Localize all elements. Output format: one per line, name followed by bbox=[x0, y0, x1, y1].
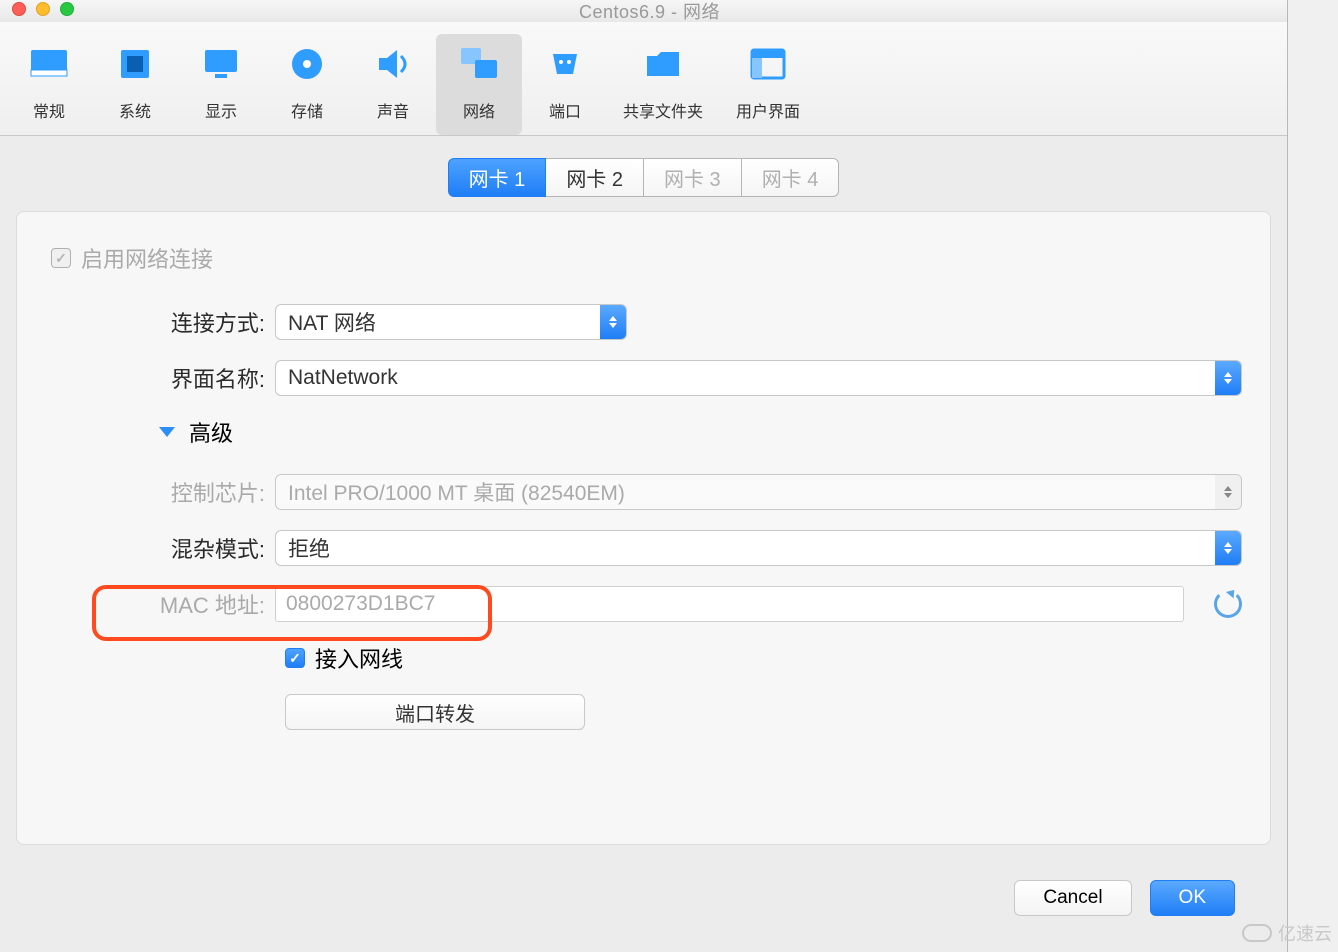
toolbar-label: 显示 bbox=[178, 98, 264, 122]
toolbar-general[interactable]: 常规 bbox=[6, 34, 92, 135]
ok-button[interactable]: OK bbox=[1150, 880, 1235, 916]
toolbar-label: 系统 bbox=[92, 98, 178, 122]
tab-adapter-4[interactable]: 网卡 4 bbox=[742, 158, 840, 197]
cable-connected-label: 接入网线 bbox=[315, 642, 403, 674]
window-title: Centos6.9 - 网络 bbox=[579, 0, 720, 24]
tab-adapter-2[interactable]: 网卡 2 bbox=[546, 158, 644, 197]
toolbar-display[interactable]: 显示 bbox=[178, 34, 264, 135]
watermark-text: 亿速云 bbox=[1278, 920, 1332, 946]
toolbar-audio[interactable]: 声音 bbox=[350, 34, 436, 135]
display-icon bbox=[197, 40, 245, 88]
cable-connected-checkbox[interactable] bbox=[285, 648, 305, 668]
enable-network-checkbox[interactable] bbox=[51, 248, 71, 268]
attached-to-value: NAT 网络 bbox=[288, 307, 376, 337]
adapter-tabs: 网卡 1 网卡 2 网卡 3 网卡 4 bbox=[0, 158, 1287, 197]
toolbar-system[interactable]: 系统 bbox=[92, 34, 178, 135]
toolbar-label: 常规 bbox=[6, 98, 92, 122]
close-window-button[interactable] bbox=[12, 2, 26, 16]
promiscuous-label: 混杂模式: bbox=[45, 532, 275, 564]
adapter-type-select: Intel PRO/1000 MT 桌面 (82540EM) bbox=[275, 474, 1242, 510]
settings-toolbar: 常规 系统 显示 存储 声音 bbox=[0, 22, 1287, 136]
toolbar-label: 存储 bbox=[264, 98, 350, 122]
interface-name-label: 界面名称: bbox=[45, 362, 275, 394]
cloud-icon bbox=[1242, 924, 1272, 942]
advanced-disclosure[interactable]: 高级 bbox=[159, 416, 1242, 448]
minimize-window-button[interactable] bbox=[36, 2, 50, 16]
serial-icon bbox=[541, 40, 589, 88]
interface-name-value: NatNetwork bbox=[288, 366, 398, 390]
audio-icon bbox=[369, 40, 417, 88]
disclosure-triangle-icon bbox=[159, 427, 175, 437]
attached-to-label: 连接方式: bbox=[45, 306, 275, 338]
promiscuous-select[interactable]: 拒绝 bbox=[275, 530, 1242, 566]
tab-adapter-3[interactable]: 网卡 3 bbox=[644, 158, 742, 197]
mac-address-input[interactable]: 0800273D1BC7 bbox=[275, 586, 1184, 622]
network-icon bbox=[455, 40, 503, 88]
select-arrows-icon bbox=[1215, 361, 1241, 395]
enable-network-label: 启用网络连接 bbox=[81, 242, 213, 274]
select-arrows-icon bbox=[1215, 531, 1241, 565]
watermark: 亿速云 bbox=[1242, 920, 1332, 946]
toolbar-label: 网络 bbox=[436, 98, 522, 122]
cancel-button[interactable]: Cancel bbox=[1014, 880, 1131, 916]
adapter-type-label: 控制芯片: bbox=[45, 476, 275, 508]
select-arrows-icon bbox=[1215, 475, 1241, 509]
zoom-window-button[interactable] bbox=[60, 2, 74, 16]
toolbar-label: 端口 bbox=[522, 98, 608, 122]
toolbar-network[interactable]: 网络 bbox=[436, 34, 522, 135]
toolbar-label: 用户界面 bbox=[718, 98, 818, 122]
toolbar-ui[interactable]: 用户界面 bbox=[718, 34, 818, 135]
toolbar-serial[interactable]: 端口 bbox=[522, 34, 608, 135]
folder-icon bbox=[639, 40, 687, 88]
adapter-type-value: Intel PRO/1000 MT 桌面 (82540EM) bbox=[288, 477, 625, 507]
toolbar-storage[interactable]: 存储 bbox=[264, 34, 350, 135]
advanced-label: 高级 bbox=[189, 416, 233, 448]
settings-window: Centos6.9 - 网络 常规 系统 显示 存储 bbox=[0, 0, 1288, 952]
network-panel: 启用网络连接 连接方式: NAT 网络 界面名称: NatNetwork 高级 … bbox=[16, 211, 1271, 845]
attached-to-select[interactable]: NAT 网络 bbox=[275, 304, 627, 340]
storage-icon bbox=[283, 40, 331, 88]
toolbar-label: 声音 bbox=[350, 98, 436, 122]
toolbar-label: 共享文件夹 bbox=[608, 98, 718, 122]
traffic-lights bbox=[12, 2, 74, 16]
select-arrows-icon bbox=[600, 305, 626, 339]
ui-icon bbox=[744, 40, 792, 88]
system-icon bbox=[111, 40, 159, 88]
tab-adapter-1[interactable]: 网卡 1 bbox=[448, 158, 547, 197]
mac-address-value: 0800273D1BC7 bbox=[286, 592, 435, 616]
promiscuous-value: 拒绝 bbox=[288, 533, 330, 563]
dialog-buttons: Cancel OK bbox=[1014, 880, 1235, 916]
mac-address-label: MAC 地址: bbox=[45, 588, 275, 620]
general-icon bbox=[25, 40, 73, 88]
titlebar: Centos6.9 - 网络 bbox=[0, 0, 1287, 22]
port-forwarding-button[interactable]: 端口转发 bbox=[285, 694, 585, 730]
toolbar-shared-folders[interactable]: 共享文件夹 bbox=[608, 34, 718, 135]
refresh-mac-icon[interactable] bbox=[1214, 590, 1242, 618]
interface-name-select[interactable]: NatNetwork bbox=[275, 360, 1242, 396]
